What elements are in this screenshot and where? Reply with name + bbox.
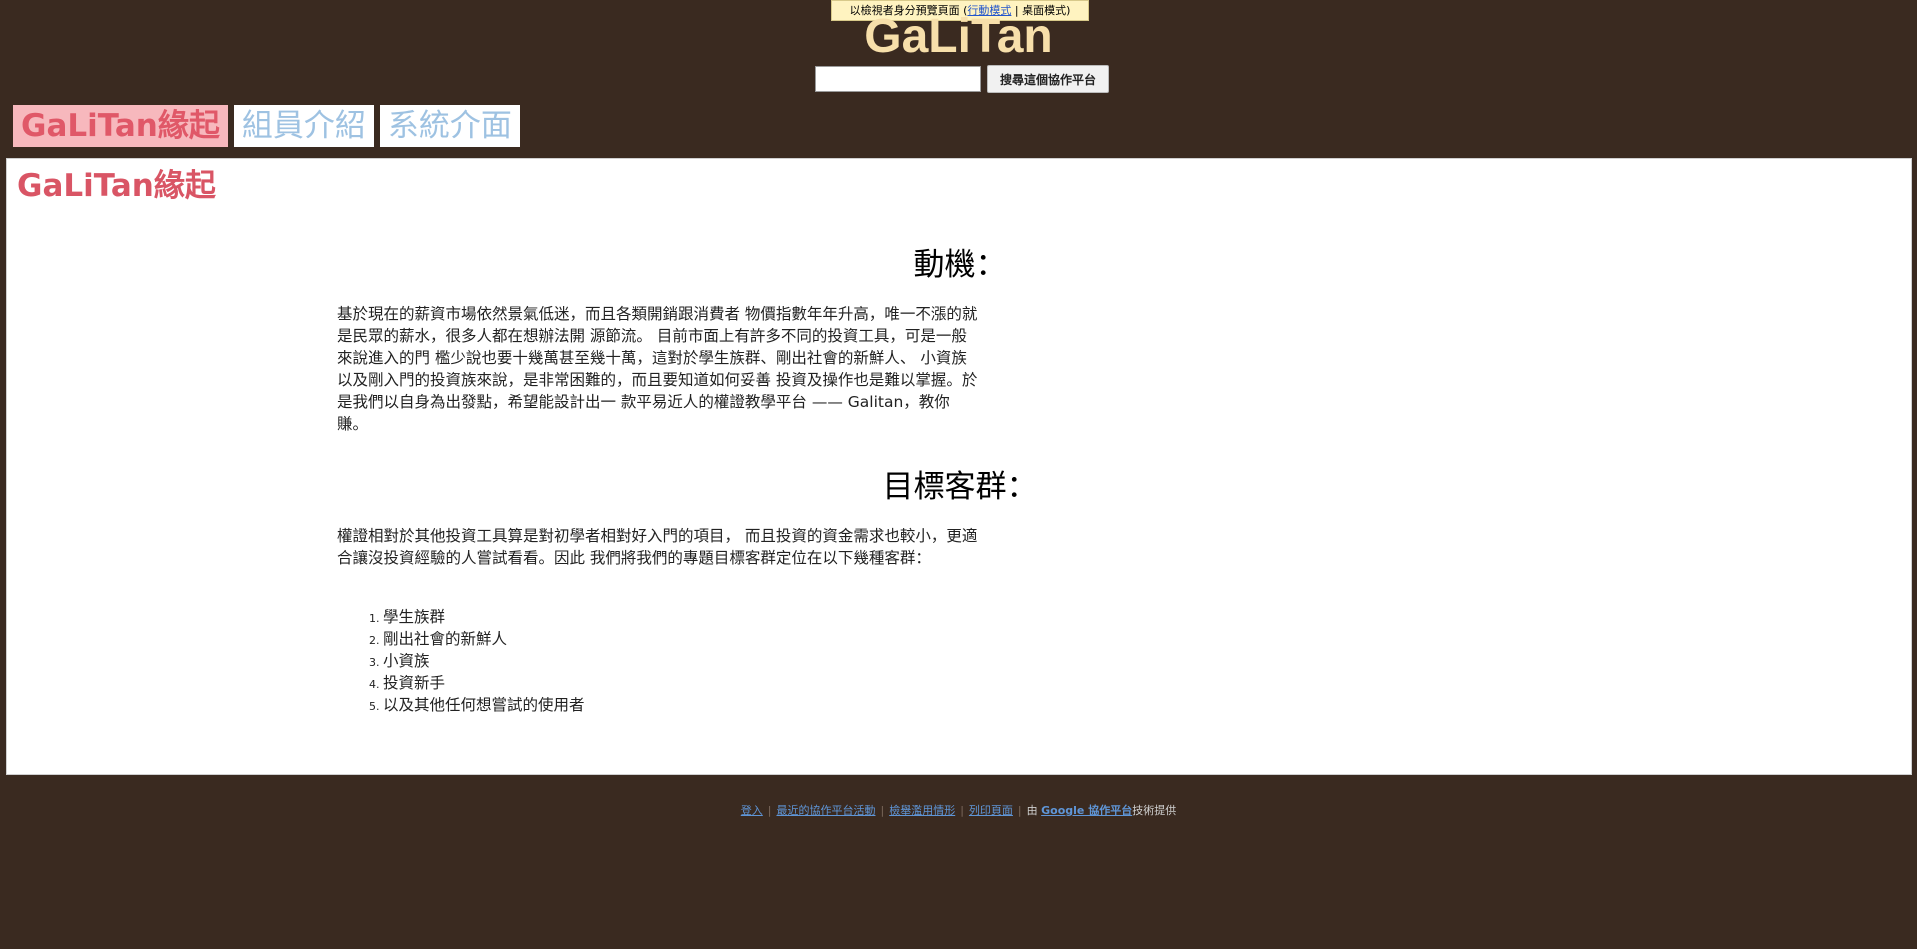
search-button[interactable]: 搜尋這個協作平台 (987, 65, 1109, 93)
footer-powered-prefix: 由 (1026, 804, 1038, 817)
footer-separator: | (880, 804, 885, 817)
main-content: GaLiTan緣起 動機： 基於現在的薪資市場依然景氣低迷，而且各類開銷跟消費者… (6, 158, 1912, 775)
list-item: 投資新手 (383, 672, 585, 694)
footer-separator: | (960, 804, 964, 817)
section-heading-target: 目標客群： (882, 469, 1038, 505)
list-item: 剛出社會的新鮮人 (383, 628, 585, 650)
motivation-paragraph: 基於現在的薪資市場依然景氣低迷，而且各類開銷跟消費者 物價指數年年升高，唯一不漲… (337, 305, 978, 433)
tab-system-interface[interactable]: 系統介面 (379, 105, 520, 147)
footer-google-sites-link[interactable]: Google 協作平台 (1041, 804, 1132, 817)
footer-powered-suffix: 技術提供 (1132, 804, 1177, 817)
tab-galitan-origin[interactable]: GaLiTan緣起 (13, 105, 228, 147)
footer-separator: | (767, 804, 772, 817)
page-title: GaLiTan緣起 (17, 168, 216, 204)
footer-login-link[interactable]: 登入 (741, 804, 763, 817)
tab-members[interactable]: 組員介紹 (233, 105, 374, 147)
search-input[interactable] (815, 66, 981, 92)
footer: 登入 | 最近的協作平台活動 | 檢舉濫用情形 | 列印頁面 | 由 Google 協作平台技術… (0, 801, 1917, 821)
site-title[interactable]: GaLiTan (0, 8, 1917, 66)
footer-report-abuse-link[interactable]: 檢舉濫用情形 (889, 804, 955, 817)
footer-recent-activity-link[interactable]: 最近的協作平台活動 (776, 804, 875, 817)
footer-print-page-link[interactable]: 列印頁面 (969, 804, 1013, 817)
target-paragraph: 權證相對於其他投資工具算是對初學者相對好入門的項目， 而且投資的資金需求也較小，… (337, 527, 978, 567)
list-item: 以及其他任何想嘗試的使用者 (383, 694, 585, 716)
footer-separator: | (1017, 804, 1022, 817)
section-heading-motivation: 動機： (913, 247, 1007, 283)
list-item: 小資族 (383, 650, 585, 672)
nav-tabs: GaLiTan緣起 組員介紹 系統介面 (13, 105, 520, 147)
list-item: 學生族群 (383, 606, 585, 628)
target-group-list: 學生族群 剛出社會的新鮮人 小資族 投資新手 以及其他任何想嘗試的使用者 (337, 606, 585, 716)
